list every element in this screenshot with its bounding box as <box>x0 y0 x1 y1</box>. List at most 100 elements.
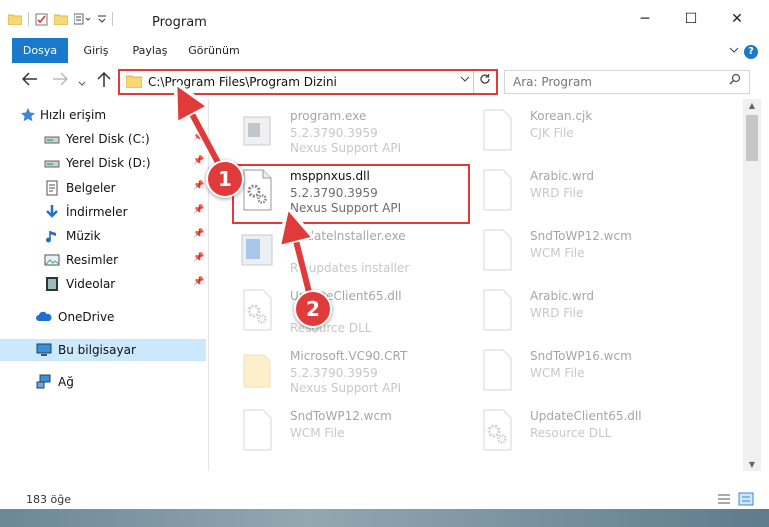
scroll-down-icon[interactable]: ▼ <box>743 460 761 469</box>
star-icon <box>21 108 35 122</box>
file-description: RY updates installer <box>290 261 410 275</box>
pane-divider[interactable] <box>208 99 209 471</box>
file-name: Microsoft.VC90.CRT <box>290 349 408 363</box>
tab-giris[interactable]: Giriş <box>76 38 116 63</box>
sidebar-item-onedrive[interactable]: OneDrive <box>0 306 206 328</box>
file-name: Arabic.wrd <box>530 169 595 183</box>
sidebar-item-label: Videolar <box>66 277 116 291</box>
search-input[interactable]: Ara: Program <box>513 75 592 89</box>
recent-locations-button[interactable] <box>78 74 86 92</box>
address-dropdown-button[interactable] <box>460 73 470 86</box>
arrow-left-icon <box>21 72 37 86</box>
computer-icon <box>36 343 52 356</box>
file-item[interactable]: SndToWP16.wcm WCM File <box>472 343 702 397</box>
file-type: WRD File <box>530 306 584 320</box>
scroll-up-icon[interactable]: ▲ <box>743 101 761 110</box>
folder-icon <box>126 75 142 88</box>
help-button[interactable]: ? <box>739 38 763 63</box>
sidebar-item-local-disk-d[interactable]: Yerel Disk (D:) 📌 <box>0 152 206 174</box>
annotation-badge-2: 2 <box>294 290 332 328</box>
file-description: Nexus Support API <box>290 141 402 155</box>
file-item[interactable]: Updatelnstaller.exe RY updates installer <box>232 223 462 277</box>
search-box[interactable]: Ara: Program <box>504 70 750 94</box>
installer-icon <box>241 234 273 266</box>
chevron-down-icon[interactable] <box>98 14 106 24</box>
file-item[interactable]: program.exe 5.2.3790.3959 Nexus Support … <box>232 103 462 157</box>
item-count: 183 öğe <box>26 493 71 506</box>
tiles-view-icon[interactable] <box>738 492 754 506</box>
sidebar-item-downloads[interactable]: İndirmeler 📌 <box>0 201 206 223</box>
file-item[interactable]: Arabic.wrd WRD File <box>472 283 702 337</box>
sidebar-item-network[interactable]: Ağ <box>0 371 206 393</box>
refresh-button[interactable] <box>473 71 496 93</box>
file-item[interactable]: Arabic.wrd WRD File <box>472 163 702 217</box>
new-folder-icon[interactable] <box>54 13 68 25</box>
file-version: WCM File <box>290 426 345 440</box>
address-bar[interactable]: C:\Program Files\Program Dizini <box>118 69 498 95</box>
folder-icon <box>8 14 22 25</box>
file-description: Nexus Support API <box>290 381 402 395</box>
file-name: Korean.cjk <box>530 109 593 123</box>
window-title: Program <box>152 15 207 30</box>
pictures-icon <box>44 254 60 266</box>
pin-icon: 📌 <box>193 156 205 166</box>
sidebar-item-label: Resimler <box>66 253 119 267</box>
properties-icon[interactable] <box>35 13 48 26</box>
sidebar-item-label: Yerel Disk (C:) <box>66 132 150 146</box>
file-name: UpdateClient65.dll <box>530 409 642 423</box>
file-item[interactable]: Korean.cjk CJK File <box>472 103 702 157</box>
file-icon <box>483 109 512 151</box>
file-item[interactable]: Microsoft.VC90.CRT 5.2.3790.3959 Nexus S… <box>232 343 462 397</box>
dll-gear-icon <box>483 409 512 451</box>
file-icon <box>243 409 272 451</box>
sidebar-item-local-disk-c[interactable]: Yerel Disk (C:) 📌 <box>0 128 206 150</box>
tab-gorunum[interactable]: Görünüm <box>184 38 244 63</box>
file-type: Resource DLL <box>530 426 612 440</box>
highlight-box <box>232 164 470 224</box>
customize-toolbar-icon[interactable] <box>74 13 92 25</box>
minimize-button[interactable]: ─ <box>630 8 660 30</box>
sidebar-item-pictures[interactable]: Resimler 📌 <box>0 249 206 271</box>
details-view-icon[interactable] <box>716 492 732 506</box>
address-path[interactable]: C:\Program Files\Program Dizini <box>148 75 337 89</box>
sidebar-item-label: OneDrive <box>58 310 115 324</box>
desktop-background <box>0 509 769 527</box>
file-item[interactable]: SndToWP12.wcm WCM File <box>232 403 462 457</box>
close-button[interactable]: ✕ <box>722 8 752 30</box>
folder-icon <box>243 354 271 388</box>
file-item[interactable]: UpdateClient65.dll Resource DLL <box>472 403 702 457</box>
pin-icon: 📌 <box>193 229 205 239</box>
pin-icon: 📌 <box>193 205 205 215</box>
sidebar-item-documents[interactable]: Belgeler 📌 <box>0 177 206 199</box>
tab-dosya[interactable]: Dosya <box>12 38 68 63</box>
navigation-bar: C:\Program Files\Program Dizini Ara: Pro… <box>0 63 769 99</box>
scroll-thumb[interactable] <box>746 115 758 161</box>
sidebar-item-this-pc[interactable]: Bu bilgisayar <box>0 339 206 361</box>
maximize-button[interactable]: ☐ <box>676 8 706 30</box>
videos-icon <box>46 277 58 291</box>
drive-icon <box>44 160 60 168</box>
forward-button[interactable] <box>52 72 69 90</box>
pin-icon: 📌 <box>193 277 205 287</box>
chevron-down-icon <box>729 47 739 53</box>
sidebar-item-label: Bu bilgisayar <box>58 343 136 357</box>
sidebar-item-quick-access[interactable]: Hızlı erişim <box>0 104 206 126</box>
network-icon <box>36 374 51 389</box>
file-item[interactable]: SndToWP12.wcm WCM File <box>472 223 702 277</box>
back-button[interactable] <box>21 72 38 90</box>
file-item[interactable]: UpdateClient65.dll Resource DLL <box>232 283 462 337</box>
file-name: program.exe <box>290 109 367 123</box>
sidebar-item-videos[interactable]: Videolar 📌 <box>0 273 206 295</box>
vertical-scrollbar[interactable]: ▲ ▼ <box>743 99 761 471</box>
sidebar-item-label: Müzik <box>66 229 101 243</box>
search-icon[interactable] <box>729 73 741 89</box>
status-bar: 183 öğe <box>0 489 769 509</box>
sidebar-item-music[interactable]: Müzik 📌 <box>0 225 206 247</box>
file-name: SndToWP12.wcm <box>530 229 632 243</box>
file-type: WCM File <box>530 366 585 380</box>
cloud-icon <box>36 311 52 321</box>
tab-paylas[interactable]: Paylaş <box>126 38 174 63</box>
title-bar: Program ─ ☐ ✕ <box>0 0 769 38</box>
up-button[interactable] <box>97 71 111 92</box>
drive-icon <box>44 136 60 144</box>
